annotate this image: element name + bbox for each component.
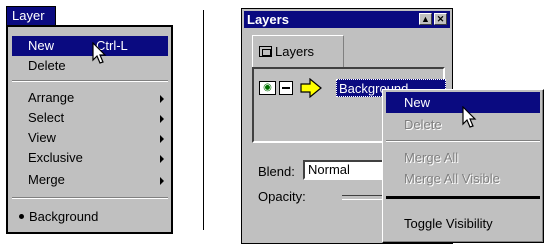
menu-item-label: Merge [28,172,65,187]
mouse-pointer-icon [462,106,477,128]
tab-layers[interactable]: Layers [252,35,344,67]
context-item-merge-all-visible[interactable]: Merge All Visible [386,168,540,189]
palette-title: Layers [247,12,289,27]
menu-item-label: Background [29,209,99,224]
mouse-pointer-icon [92,42,107,64]
tab-label: Layers [275,44,315,59]
menu-item-label: New [404,95,431,110]
lock-toggle-icon[interactable] [279,81,293,95]
menu-item-delete[interactable]: Delete [12,56,168,76]
minimize-icon[interactable]: ▲ [419,13,432,25]
menu-item-label: Merge All [404,150,459,165]
menu-separator [12,197,168,199]
current-layer-arrow-icon [300,78,322,98]
palette-titlebar: Layers ▲ ✕ [244,11,450,28]
menu-item-label: View [28,130,56,145]
blend-label: Blend: [258,164,295,179]
submenu-arrow-icon [160,155,164,163]
menu-item-select[interactable]: Select [12,108,168,128]
menu-item-view[interactable]: View [12,128,168,148]
context-item-merge-all[interactable]: Merge All [386,147,540,168]
menu-separator [12,80,168,82]
close-icon[interactable]: ✕ [434,13,447,25]
menu-item-label: New [28,38,55,53]
layer-menu: New Ctrl-L Delete Arrange Select View Ex… [6,25,173,234]
layers-icon [259,46,272,57]
submenu-arrow-icon [160,115,164,123]
menu-item-label: Arrange [28,90,75,105]
divider [203,10,204,230]
menu-item-exclusive[interactable]: Exclusive [12,148,168,168]
opacity-label: Opacity: [258,189,306,204]
menu-item-label: Delete [28,58,66,73]
menu-item-new[interactable]: New Ctrl-L [12,36,168,56]
menu-item-label: Select [28,110,65,125]
eye-icon[interactable]: ◉ [259,81,276,95]
submenu-arrow-icon [160,135,164,143]
menu-separator [386,196,540,199]
radio-bullet-icon [19,214,24,220]
context-item-toggle-visibility[interactable]: Toggle Visibility [386,213,540,234]
layer-menu-title[interactable]: Layer [6,6,56,26]
menu-item-arrange[interactable]: Arrange [12,88,168,108]
submenu-arrow-icon [160,177,164,185]
submenu-arrow-icon [160,95,164,103]
menu-item-label: Toggle Visibility [404,216,493,231]
menu-separator [386,140,540,142]
menu-item-label: Exclusive [28,150,83,165]
menu-item-label: Delete [404,117,442,132]
menu-item-background-layer[interactable]: Background [12,207,168,227]
blend-mode-select[interactable]: Normal [303,160,393,180]
menu-item-label: Merge All Visible [404,171,500,186]
menu-item-merge[interactable]: Merge [12,170,168,190]
